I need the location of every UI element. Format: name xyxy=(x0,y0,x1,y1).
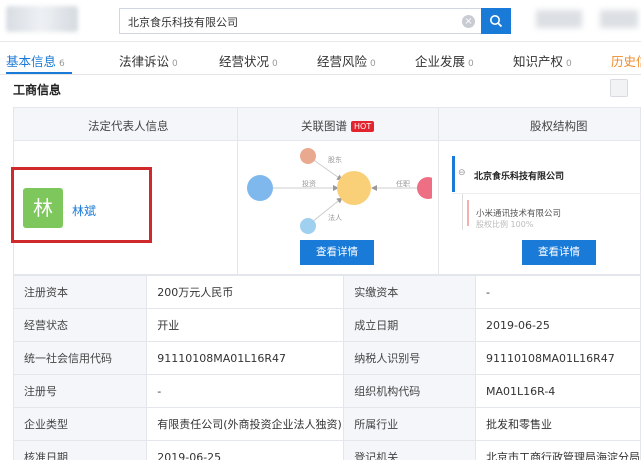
equity-shareholder-name: 小米通讯技术有限公司 xyxy=(476,209,562,219)
graph-node xyxy=(417,177,432,199)
tab-ip[interactable]: 知识产权 0 xyxy=(513,51,572,70)
tab-basic-info[interactable]: 基本信息 6 xyxy=(6,51,65,70)
highlight-box xyxy=(11,167,152,243)
equity-detail-button[interactable]: 查看详情 xyxy=(522,240,596,265)
graph-label-serve: 任职 xyxy=(396,179,410,188)
tab-development[interactable]: 企业发展 0 xyxy=(415,51,474,70)
business-info-table: 注册资本 200万元人民币 实缴资本 - 经营状态 开业 成立日期 2019-0… xyxy=(12,275,641,460)
value-taxpayer-id: 91110108MA01L16R47 xyxy=(474,341,641,375)
value-company-type: 有限责任公司(外商投资企业法人独资) xyxy=(146,407,345,441)
user-menu[interactable] xyxy=(536,10,582,28)
equity-branch-line xyxy=(462,194,463,230)
value-reg-number: - xyxy=(146,374,345,408)
value-org-code: MA01L16R-4 xyxy=(474,374,641,408)
value-credit-code: 91110108MA01L16R47 xyxy=(146,341,345,375)
label-industry: 所属行业 xyxy=(343,407,476,441)
search-icon xyxy=(490,15,503,28)
value-founded: 2019-06-25 xyxy=(474,308,641,342)
search-input[interactable]: 北京食乐科技有限公司 × xyxy=(119,8,481,34)
equity-header: 股权结构图 xyxy=(530,119,588,133)
equity-accent-bar xyxy=(452,156,455,192)
tab-bar: 基本信息6 法律诉讼0 经营状况0 经营风险0 企业发展0 知识产权0 历史信 xyxy=(0,42,641,75)
legal-rep-header: 法定代表人信息 xyxy=(88,119,169,133)
graph-label-top: 股东 xyxy=(328,155,342,164)
collapse-icon[interactable]: ⊖ xyxy=(458,168,466,178)
table-row: 经营状态 开业 成立日期 2019-06-25 xyxy=(12,308,641,342)
label-company-type: 企业类型 xyxy=(12,407,148,441)
user-avatar[interactable] xyxy=(600,10,638,28)
table-row: 注册号 - 组织机构代码 MA01L16R-4 xyxy=(12,374,641,408)
active-tab-indicator xyxy=(6,72,72,74)
graph-node xyxy=(300,218,316,234)
tab-operations[interactable]: 经营状况 0 xyxy=(219,51,278,70)
label-approval-date: 核准日期 xyxy=(12,440,148,460)
value-industry: 批发和零售业 xyxy=(474,407,641,441)
search-button[interactable] xyxy=(481,8,511,34)
value-registry: 北京市工商行政管理局海淀分局 xyxy=(474,440,641,460)
tab-history[interactable]: 历史信 xyxy=(611,51,641,70)
section-title: 工商信息 xyxy=(13,83,62,97)
logo[interactable] xyxy=(6,6,78,32)
label-registry: 登记机关 xyxy=(343,440,476,460)
equity-preview[interactable]: ⊖ 北京食乐科技有限公司 小米通讯技术有限公司 股权比例 100% xyxy=(452,154,641,238)
graph-label-invest: 投资 xyxy=(302,179,316,188)
relation-graph[interactable]: 投资 任职 股东 法人 xyxy=(242,146,432,236)
graph-header: 关联图谱 HOT xyxy=(301,118,375,134)
graph-node xyxy=(247,175,273,201)
table-row: 统一社会信用代码 91110108MA01L16R47 纳税人识别号 91110… xyxy=(12,341,641,375)
label-taxpayer-id: 纳税人识别号 xyxy=(343,341,476,375)
tab-litigation[interactable]: 法律诉讼 0 xyxy=(119,51,178,70)
graph-detail-button[interactable]: 查看详情 xyxy=(300,240,374,265)
table-row: 注册资本 200万元人民币 实缴资本 - xyxy=(12,275,641,309)
equity-marker xyxy=(467,200,473,226)
graph-node xyxy=(300,148,316,164)
label-org-code: 组织机构代码 xyxy=(343,374,476,408)
divider xyxy=(237,108,238,276)
label-status: 经营状态 xyxy=(12,308,148,342)
equity-shareholder-ratio: 股权比例 100% xyxy=(476,220,534,229)
export-icon[interactable] xyxy=(610,79,628,97)
search-input-value[interactable]: 北京食乐科技有限公司 xyxy=(128,14,238,30)
equity-company-name: 北京食乐科技有限公司 xyxy=(474,172,565,182)
table-row: 核准日期 2019-06-25 登记机关 北京市工商行政管理局海淀分局 xyxy=(12,440,641,460)
graph-center-node xyxy=(337,171,371,205)
label-registered-capital: 注册资本 xyxy=(12,275,148,309)
clear-icon[interactable]: × xyxy=(462,15,475,28)
label-reg-number: 注册号 xyxy=(12,374,148,408)
tab-risk[interactable]: 经营风险 0 xyxy=(317,51,376,70)
graph-label-bottom: 法人 xyxy=(328,213,342,222)
hot-badge: HOT xyxy=(351,121,375,132)
value-status: 开业 xyxy=(146,308,345,342)
value-approval-date: 2019-06-25 xyxy=(146,440,345,460)
table-row: 企业类型 有限责任公司(外商投资企业法人独资) 所属行业 批发和零售业 xyxy=(12,407,641,441)
value-registered-capital: 200万元人民币 xyxy=(146,275,345,309)
divider xyxy=(438,108,439,276)
label-paid-capital: 实缴资本 xyxy=(343,275,476,309)
top-bar: 北京食乐科技有限公司 × xyxy=(0,0,641,42)
value-paid-capital: - xyxy=(474,275,641,309)
label-founded: 成立日期 xyxy=(343,308,476,342)
label-credit-code: 统一社会信用代码 xyxy=(12,341,148,375)
